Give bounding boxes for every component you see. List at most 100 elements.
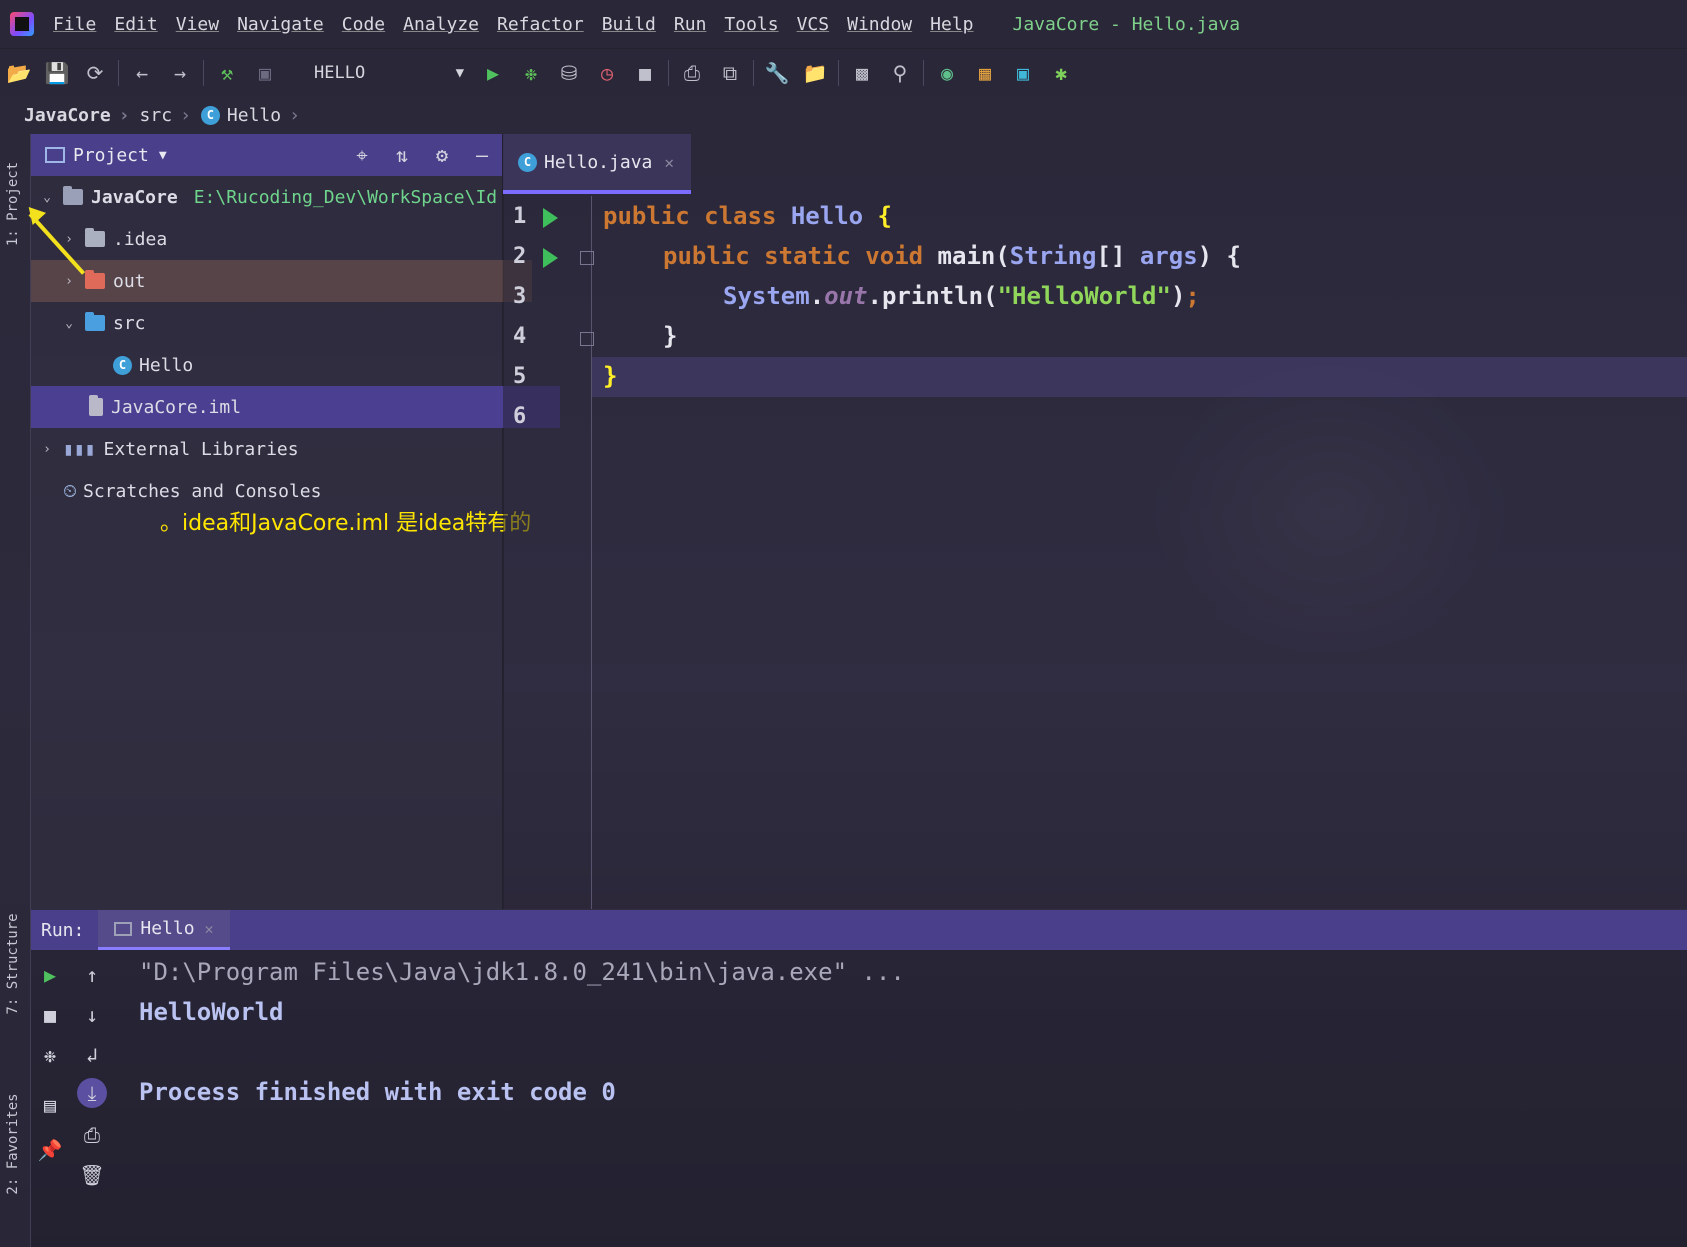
code-line-1[interactable]: public class Hello { (603, 202, 892, 230)
open-icon[interactable]: 📂 (0, 54, 38, 92)
tree-item-src[interactable]: ⌄ src (31, 302, 532, 344)
tool-tab-favorites[interactable]: 2: Favorites (5, 1084, 25, 1204)
menu-code[interactable]: Code (342, 14, 385, 35)
code-line-4[interactable]: } (663, 322, 677, 350)
chevron-down-icon[interactable]: ▼ (159, 148, 167, 163)
close-icon[interactable]: ✕ (205, 920, 214, 938)
sync-icon[interactable]: ⟳ (76, 54, 114, 92)
pin-icon[interactable]: 📌 (35, 1135, 65, 1165)
chevron-right-icon[interactable]: › (61, 232, 77, 247)
layout-icon[interactable]: ▦ (966, 54, 1004, 92)
attach-icon[interactable]: ⎙ (673, 54, 711, 92)
tool-tab-structure[interactable]: 7: Structure (5, 904, 25, 1024)
terminal-icon[interactable]: ▩ (843, 54, 881, 92)
menu-file[interactable]: File (53, 14, 96, 35)
menu-edit[interactable]: Edit (114, 14, 157, 35)
debug-icon[interactable]: ❉ (512, 54, 550, 92)
stop-icon[interactable]: ■ (35, 1000, 65, 1030)
arrow-down-icon[interactable]: ↓ (77, 1000, 107, 1030)
menu-navigate[interactable]: Navigate (237, 14, 324, 35)
run-label: Run: (41, 919, 85, 941)
tree-item-idea[interactable]: › .idea (31, 218, 532, 260)
minimize-icon[interactable]: — (462, 143, 502, 167)
deploy-icon[interactable]: ⧉ (711, 54, 749, 92)
scroll-to-end-icon[interactable]: ⤓ (77, 1078, 107, 1108)
vcs-icon[interactable]: ◉ (928, 54, 966, 92)
main-toolbar: 📂 💾 ⟳ ← → ⚒ ▣ HELLO ▼ ▶ ❉ ⛁ ◷ ■ ⎙ ⧉ 🔧 📁 … (0, 48, 1687, 97)
line-number: 1 (513, 204, 527, 229)
project-path: E:\Rucoding_Dev\WorkSpace\Id (193, 186, 498, 208)
menu-refactor[interactable]: Refactor (497, 14, 584, 35)
run-tab-hello[interactable]: Hello ✕ (98, 910, 230, 950)
print-icon[interactable]: ⎙ (77, 1120, 107, 1150)
breadcrumb-project[interactable]: JavaCore › (24, 105, 130, 126)
keyword: public static void (663, 242, 938, 270)
search-icon[interactable]: ⚲ (881, 54, 919, 92)
tool-tab-project[interactable]: 1: Project (5, 144, 25, 264)
run-config-select[interactable]: HELLO ▼ (314, 56, 464, 90)
menu-tools[interactable]: Tools (724, 14, 778, 35)
breadcrumb-hello[interactable]: C Hello › (200, 104, 300, 126)
code-line-5[interactable]: } (603, 362, 617, 390)
plugin-icon[interactable]: ✱ (1042, 54, 1080, 92)
chevron-right-icon[interactable]: › (39, 442, 55, 457)
collapse-all-icon[interactable]: ⇅ (382, 143, 422, 167)
run-icon[interactable]: ▶ (474, 54, 512, 92)
tree-item-javacore-iml[interactable]: JavaCore.iml (31, 386, 560, 428)
menu-build[interactable]: Build (602, 14, 656, 35)
code-line-2[interactable]: public static void main(String[] args) { (663, 242, 1241, 270)
trash-icon[interactable]: 🗑 (77, 1160, 107, 1190)
fold-icon[interactable] (580, 332, 594, 346)
method-name: main( (937, 242, 1010, 270)
iml-file-icon (89, 395, 103, 416)
rerun-icon[interactable]: ▶ (35, 960, 65, 990)
close-icon[interactable]: ✕ (664, 153, 674, 172)
menu-window[interactable]: Window (847, 14, 912, 35)
coverage-icon[interactable]: ⛁ (550, 54, 588, 92)
line-number: 3 (513, 284, 527, 309)
fold-icon[interactable] (580, 251, 594, 265)
left-tool-strip: 1: Project 7: Structure 2: Favorites (0, 134, 31, 1247)
editor-tab-hello-java[interactable]: C Hello.java ✕ (503, 134, 691, 194)
tree-item-javacore[interactable]: ⌄ JavaCore E:\Rucoding_Dev\WorkSpace\Id (31, 176, 510, 218)
menu-help[interactable]: Help (930, 14, 973, 35)
save-icon[interactable]: 💾 (38, 54, 76, 92)
build-hammer-icon[interactable]: ⚒ (208, 54, 246, 92)
run-gutter-icon[interactable] (543, 248, 558, 268)
soft-wrap-icon[interactable]: ↲ (77, 1040, 107, 1070)
build-module-icon[interactable]: ▣ (246, 54, 284, 92)
sdk-icon[interactable]: ▣ (1004, 54, 1042, 92)
arrow-up-icon[interactable]: ↑ (77, 960, 107, 990)
tree-item-hello[interactable]: C Hello (31, 344, 584, 386)
breadcrumb-src[interactable]: src › (140, 105, 191, 126)
editor-gutter: 1 2 3 4 5 6 (503, 196, 594, 909)
project-panel-title[interactable]: Project (73, 145, 149, 166)
current-line-highlight (592, 357, 1687, 397)
locate-icon[interactable]: ⌖ (342, 143, 382, 167)
brace: { (877, 202, 892, 230)
debug-icon[interactable]: ❉ (35, 1040, 65, 1070)
code-line-3[interactable]: System.out.println("HelloWorld"); (723, 282, 1200, 310)
run-tab-label: Hello (140, 918, 195, 939)
back-icon[interactable]: ← (123, 54, 161, 92)
tree-item-out[interactable]: › out (31, 260, 532, 302)
tree-item-label: JavaCore (91, 186, 178, 208)
run-gutter-icon[interactable] (543, 208, 558, 228)
menu-vcs[interactable]: VCS (797, 14, 830, 35)
menu-analyze[interactable]: Analyze (403, 14, 479, 35)
gear-icon[interactable]: ⚙ (422, 143, 462, 167)
tree-item-external-libraries[interactable]: › ▮▮▮ External Libraries (31, 428, 510, 470)
chevron-right-icon[interactable]: › (61, 274, 77, 289)
class-name: Hello (790, 202, 878, 230)
profile-icon[interactable]: ◷ (588, 54, 626, 92)
breadcrumb-hello-label: Hello (226, 104, 282, 126)
stop-icon[interactable]: ■ (626, 54, 664, 92)
project-structure-icon[interactable]: 📁 (796, 54, 834, 92)
forward-icon[interactable]: → (161, 54, 199, 92)
layout-icon[interactable]: ▤ (35, 1090, 65, 1120)
settings-wrench-icon[interactable]: 🔧 (758, 54, 796, 92)
menu-view[interactable]: View (176, 14, 219, 35)
menu-run[interactable]: Run (674, 14, 707, 35)
chevron-down-icon[interactable]: ⌄ (39, 190, 55, 205)
chevron-down-icon[interactable]: ⌄ (61, 316, 77, 331)
